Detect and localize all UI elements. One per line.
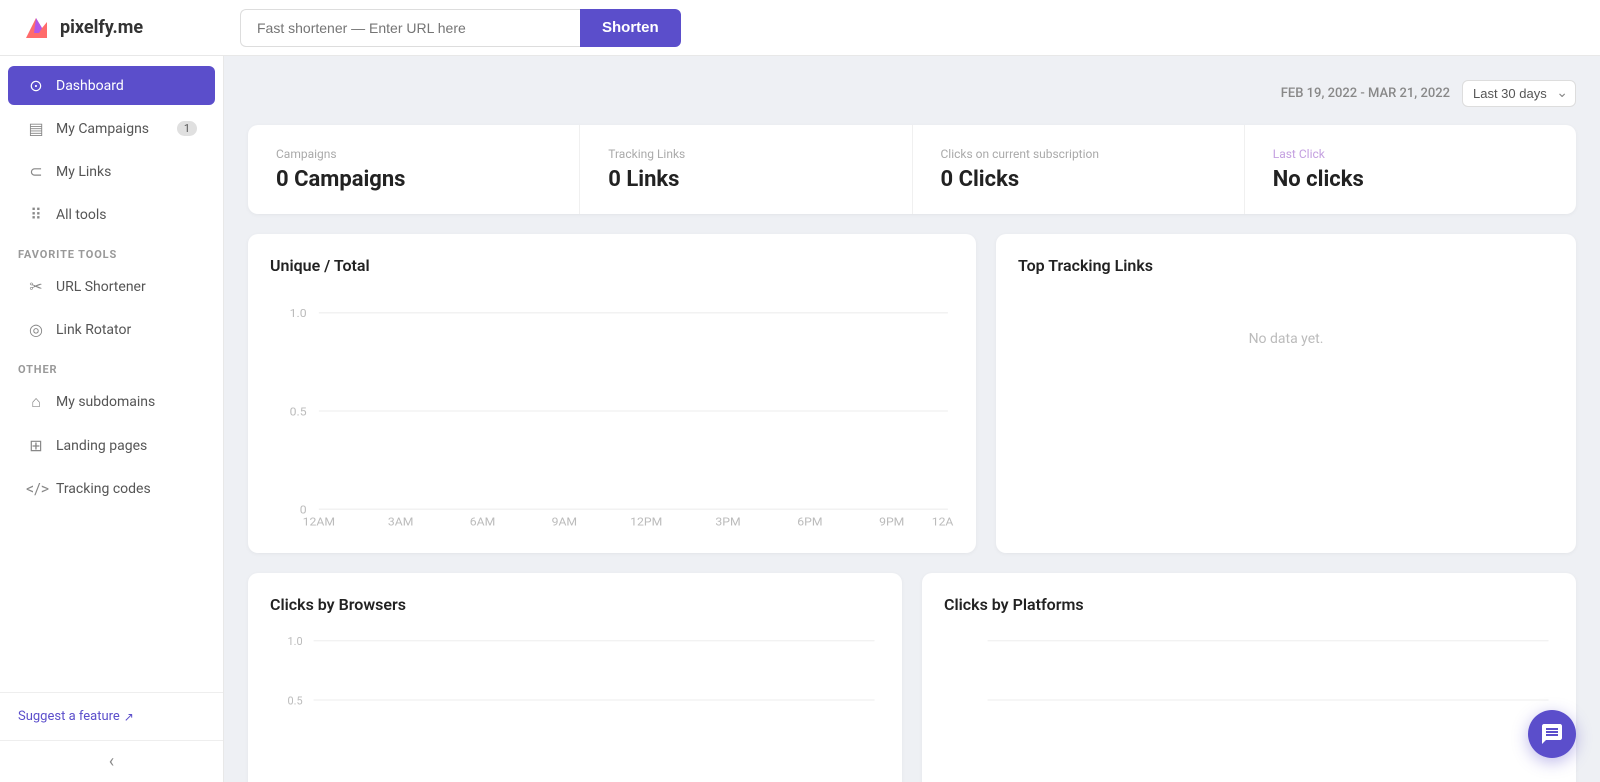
svg-text:1.0: 1.0 [288,635,303,648]
sidebar-item-links[interactable]: ⊂ My Links [8,152,215,191]
links-icon: ⊂ [26,162,46,181]
stat-last-click: Last Click No clicks [1245,125,1576,214]
link-rotator-icon: ◎ [26,320,46,339]
svg-text:6AM: 6AM [470,515,495,528]
dashboard-label: Dashboard [56,78,124,94]
logo: pixelfy.me [20,12,240,44]
clicks-by-platforms-svg [944,630,1554,770]
top-tracking-links-title: Top Tracking Links [1018,256,1554,275]
main-content: FEB 19, 2022 - MAR 21, 2022 Last 7 days … [224,56,1600,782]
charts-row-1: Unique / Total 1.0 0.5 0 12AM 3AM [248,234,1576,553]
last-click-stat-value: No clicks [1273,167,1548,192]
clicks-by-browsers-card: Clicks by Browsers 1.0 0.5 [248,573,902,782]
top-tracking-links-card: Top Tracking Links No data yet. [996,234,1576,553]
svg-text:1.0: 1.0 [290,307,307,320]
stat-campaigns: Campaigns 0 Campaigns [248,125,580,214]
clicks-by-platforms-area [944,630,1554,770]
all-tools-icon: ⠿ [26,205,46,224]
logo-text: pixelfy.me [60,17,143,38]
svg-text:9AM: 9AM [552,515,577,528]
sidebar-item-landing-pages[interactable]: ⊞ Landing pages [8,426,215,465]
clicks-stat-label: Clicks on current subscription [941,147,1216,161]
unique-total-chart-card: Unique / Total 1.0 0.5 0 12AM 3AM [248,234,976,553]
date-select-wrap: Last 7 days Last 30 days Last 90 days Cu… [1462,80,1576,107]
top-tracking-links-no-data: No data yet. [1018,291,1554,387]
all-tools-label: All tools [56,207,106,223]
other-section-label: OTHER [0,351,223,380]
svg-text:12PM: 12PM [630,515,662,528]
sidebar-item-campaigns[interactable]: ▤ My Campaigns 1 [8,109,215,148]
landing-pages-icon: ⊞ [26,436,46,455]
url-input[interactable] [240,9,580,47]
chat-icon [1540,722,1564,746]
favorite-tools-section-label: FAVORITE TOOLS [0,236,223,265]
sidebar-item-all-tools[interactable]: ⠿ All tools [8,195,215,234]
suggest-feature-link[interactable]: Suggest a feature ↗ [18,709,205,724]
stat-clicks: Clicks on current subscription 0 Clicks [913,125,1245,214]
sidebar-item-dashboard[interactable]: ⊙ Dashboard [8,66,215,105]
sidebar-collapse-button[interactable]: ‹ [0,740,223,782]
tracking-codes-icon: </> [26,479,46,498]
topbar: pixelfy.me Shorten [0,0,1600,56]
campaigns-label: My Campaigns [56,121,149,137]
unique-total-chart-area: 1.0 0.5 0 12AM 3AM 6AM 9AM 12PM 3PM 6PM … [270,291,954,531]
chevron-left-icon: ‹ [109,751,114,772]
campaigns-badge: 1 [177,121,197,136]
dashboard-icon: ⊙ [26,76,46,95]
sidebar-item-subdomains[interactable]: ⌂ My subdomains [8,382,215,422]
svg-text:3AM: 3AM [388,515,413,528]
subdomains-icon: ⌂ [26,392,46,412]
campaigns-icon: ▤ [26,119,46,138]
url-shortener-label: URL Shortener [56,279,146,295]
stat-links: Tracking Links 0 Links [580,125,912,214]
suggest-label: Suggest a feature [18,709,120,724]
url-shortener-icon: ✂ [26,277,46,296]
clicks-by-platforms-title: Clicks by Platforms [944,595,1554,614]
url-form: Shorten [240,9,1580,47]
chat-bubble[interactable] [1528,710,1576,758]
tracking-codes-label: Tracking codes [56,481,151,497]
unique-total-chart-svg: 1.0 0.5 0 12AM 3AM 6AM 9AM 12PM 3PM 6PM … [270,291,954,531]
clicks-by-platforms-card: Clicks by Platforms [922,573,1576,782]
links-label: My Links [56,164,111,180]
stats-row: Campaigns 0 Campaigns Tracking Links 0 L… [248,125,1576,214]
landing-pages-label: Landing pages [56,438,147,454]
svg-text:0.5: 0.5 [290,405,307,418]
links-stat-label: Tracking Links [608,147,883,161]
sidebar-bottom: Suggest a feature ↗ [0,692,223,740]
sidebar-item-tracking-codes[interactable]: </> Tracking codes [8,469,215,508]
shorten-button[interactable]: Shorten [580,9,681,47]
date-range-text: FEB 19, 2022 - MAR 21, 2022 [1281,86,1450,101]
svg-text:0.5: 0.5 [288,694,303,707]
period-select[interactable]: Last 7 days Last 30 days Last 90 days Cu… [1462,80,1576,107]
clicks-by-browsers-area: 1.0 0.5 [270,630,880,770]
sidebar-item-link-rotator[interactable]: ◎ Link Rotator [8,310,215,349]
link-rotator-label: Link Rotator [56,322,131,338]
clicks-stat-value: 0 Clicks [941,167,1216,192]
links-stat-value: 0 Links [608,167,883,192]
svg-text:3PM: 3PM [715,515,740,528]
svg-text:6PM: 6PM [797,515,822,528]
external-link-icon: ↗ [124,710,134,724]
bottom-charts-row: Clicks by Browsers 1.0 0.5 Clicks by Pla… [248,573,1576,782]
date-bar: FEB 19, 2022 - MAR 21, 2022 Last 7 days … [248,80,1576,107]
clicks-by-browsers-svg: 1.0 0.5 [270,630,880,770]
main-layout: ⊙ Dashboard ▤ My Campaigns 1 ⊂ My Links … [0,56,1600,782]
svg-text:12AM: 12AM [932,515,954,528]
campaigns-stat-label: Campaigns [276,147,551,161]
sidebar: ⊙ Dashboard ▤ My Campaigns 1 ⊂ My Links … [0,56,224,782]
svg-text:12AM: 12AM [303,515,335,528]
sidebar-item-url-shortener[interactable]: ✂ URL Shortener [8,267,215,306]
last-click-stat-label: Last Click [1273,147,1548,161]
campaigns-stat-value: 0 Campaigns [276,167,551,192]
logo-icon [20,12,52,44]
subdomains-label: My subdomains [56,394,155,410]
svg-text:9PM: 9PM [879,515,904,528]
unique-total-chart-title: Unique / Total [270,256,954,275]
clicks-by-browsers-title: Clicks by Browsers [270,595,880,614]
